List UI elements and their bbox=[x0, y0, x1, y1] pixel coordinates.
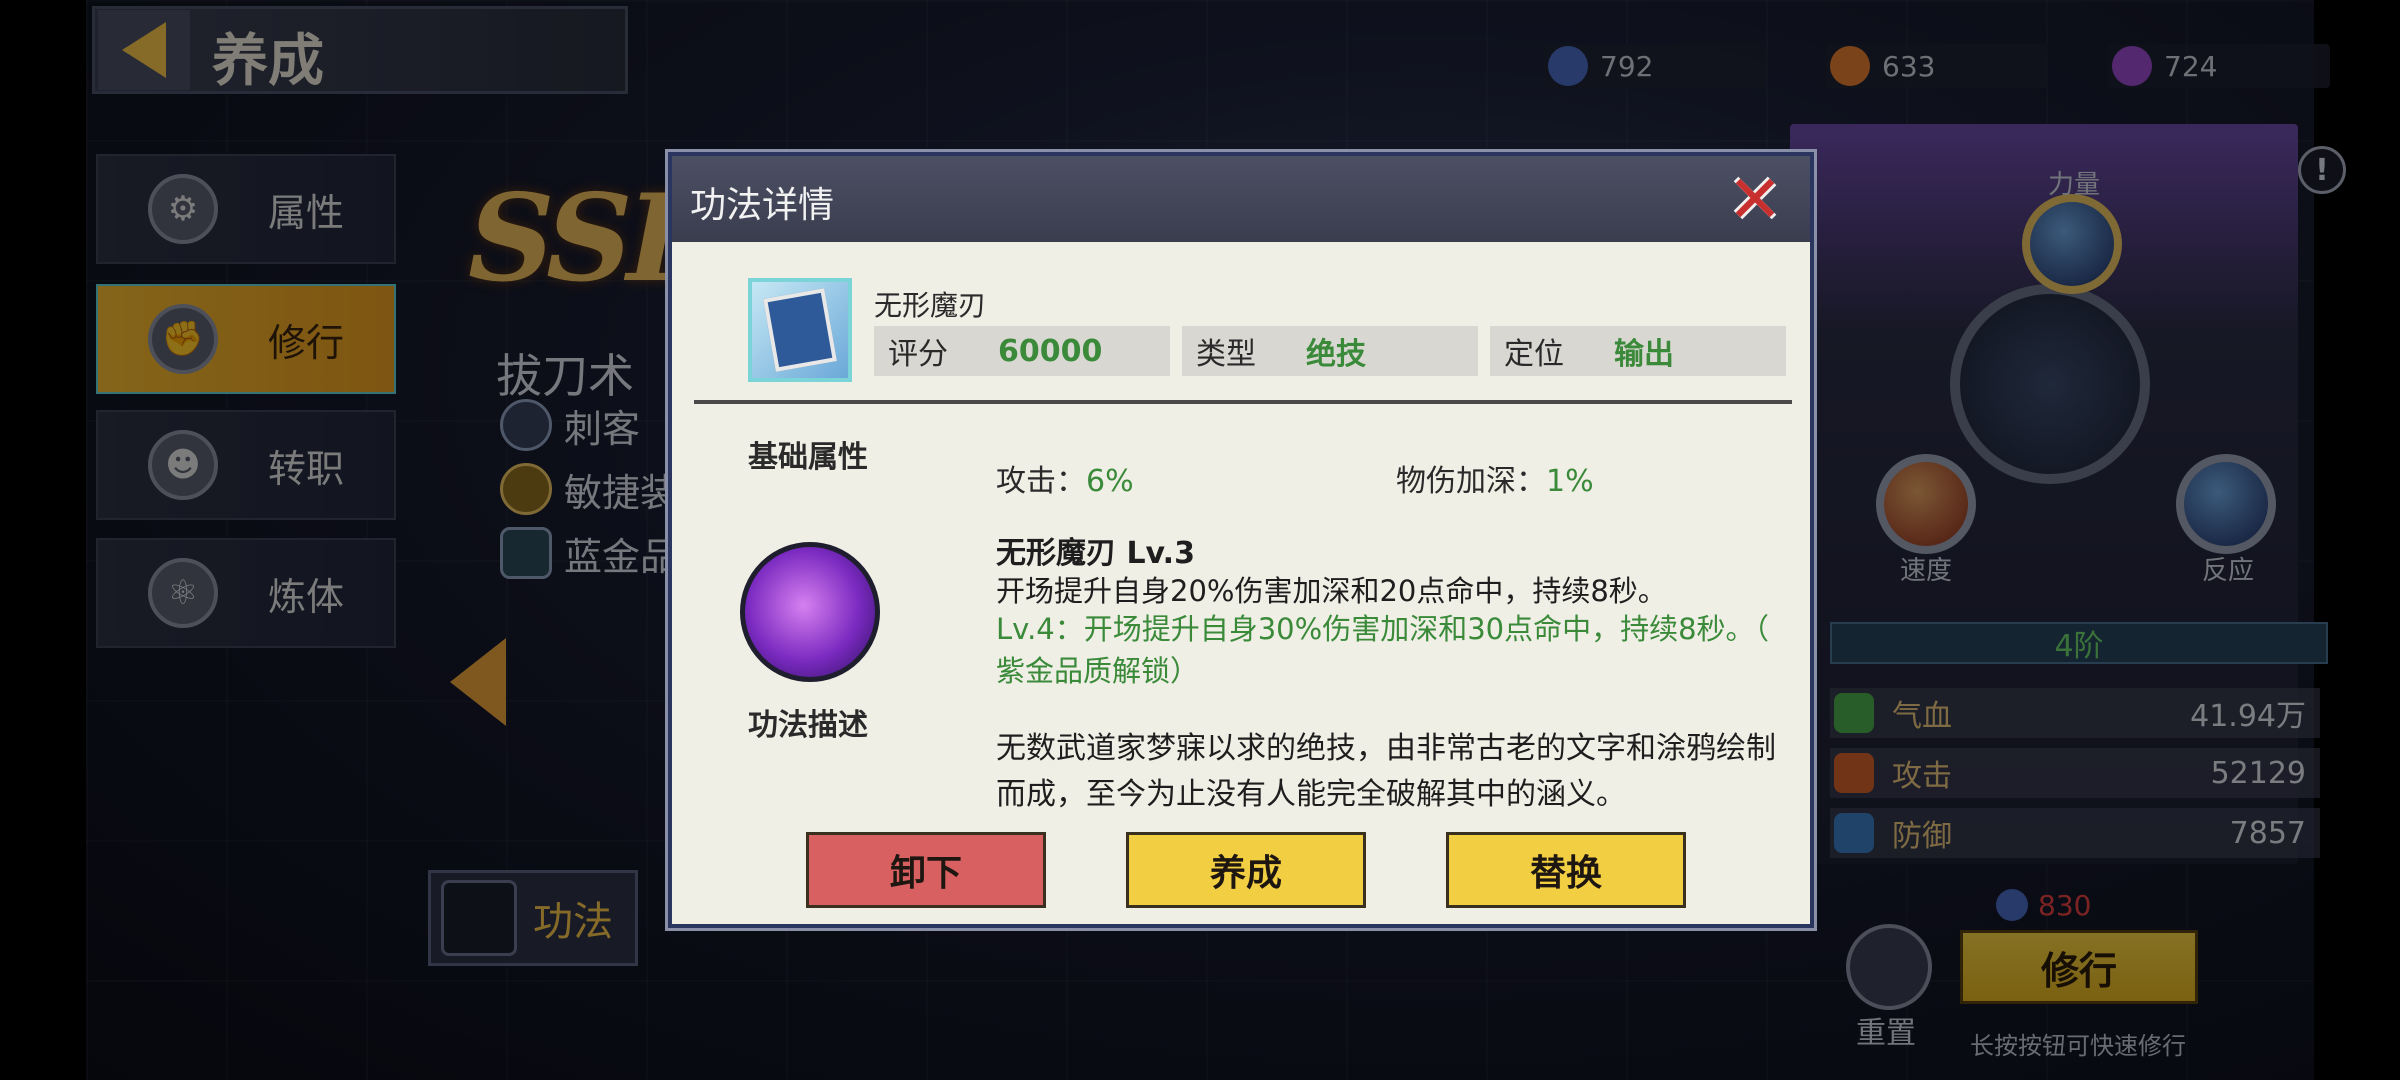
level-desc: 开场提升自身20%伤害加深和20点命中，持续8秒。 bbox=[996, 574, 1667, 608]
skill-lore: 无数武道家梦寐以求的绝技，由非常古老的文字和涂鸦绘制而成，至今为止没有人能完全破… bbox=[996, 731, 1776, 812]
unequip-button[interactable]: 卸下 bbox=[806, 832, 1046, 908]
divider bbox=[694, 400, 1792, 404]
info-key: 类型 bbox=[1196, 337, 1256, 372]
skill-book-icon bbox=[748, 278, 852, 382]
desc-title: 功法描述 bbox=[748, 708, 868, 743]
next-level-desc-cont: 紫金品质解锁） bbox=[996, 654, 1200, 688]
attr-value: 6% bbox=[1086, 464, 1134, 499]
info-cell-score: 评分 60000 bbox=[874, 326, 1170, 376]
info-cell-type: 类型 绝技 bbox=[1182, 326, 1478, 376]
skill-name: 无形魔刃 bbox=[874, 289, 987, 322]
replace-button[interactable]: 替换 bbox=[1446, 832, 1686, 908]
close-button[interactable]: ✕ bbox=[1722, 167, 1788, 233]
close-icon: ✕ bbox=[1727, 161, 1783, 238]
info-key: 评分 bbox=[888, 337, 948, 372]
attr-phys-dmg: 物伤加深：1% bbox=[1396, 456, 1594, 500]
info-value: 输出 bbox=[1614, 337, 1674, 372]
next-level-desc: Lv.4：开场提升自身30%伤害加深和30点命中，持续8秒。（ bbox=[996, 612, 1770, 646]
attr-key: 攻击： bbox=[996, 464, 1086, 499]
attr-key: 物伤加深： bbox=[1396, 464, 1546, 499]
dialog-header: 功法详情 ✕ bbox=[672, 156, 1810, 242]
book-icon bbox=[763, 288, 837, 372]
attr-value: 1% bbox=[1546, 464, 1594, 499]
base-attr-title: 基础属性 bbox=[748, 440, 868, 475]
info-value: 60000 bbox=[998, 333, 1103, 369]
info-value: 绝技 bbox=[1306, 337, 1366, 372]
info-cell-role: 定位 输出 bbox=[1490, 326, 1786, 376]
skill-detail-dialog: 功法详情 ✕ 无形魔刃 评分 60000 类型 绝技 定位 输出 基础属性 攻击… bbox=[668, 152, 1814, 928]
attr-attack: 攻击：6% bbox=[996, 456, 1134, 500]
dialog-title: 功法详情 bbox=[690, 185, 835, 226]
skill-emblem-icon bbox=[740, 542, 880, 682]
level-title: 无形魔刃 Lv.3 bbox=[996, 536, 1195, 571]
info-key: 定位 bbox=[1504, 337, 1564, 372]
cultivate-button[interactable]: 养成 bbox=[1126, 832, 1366, 908]
